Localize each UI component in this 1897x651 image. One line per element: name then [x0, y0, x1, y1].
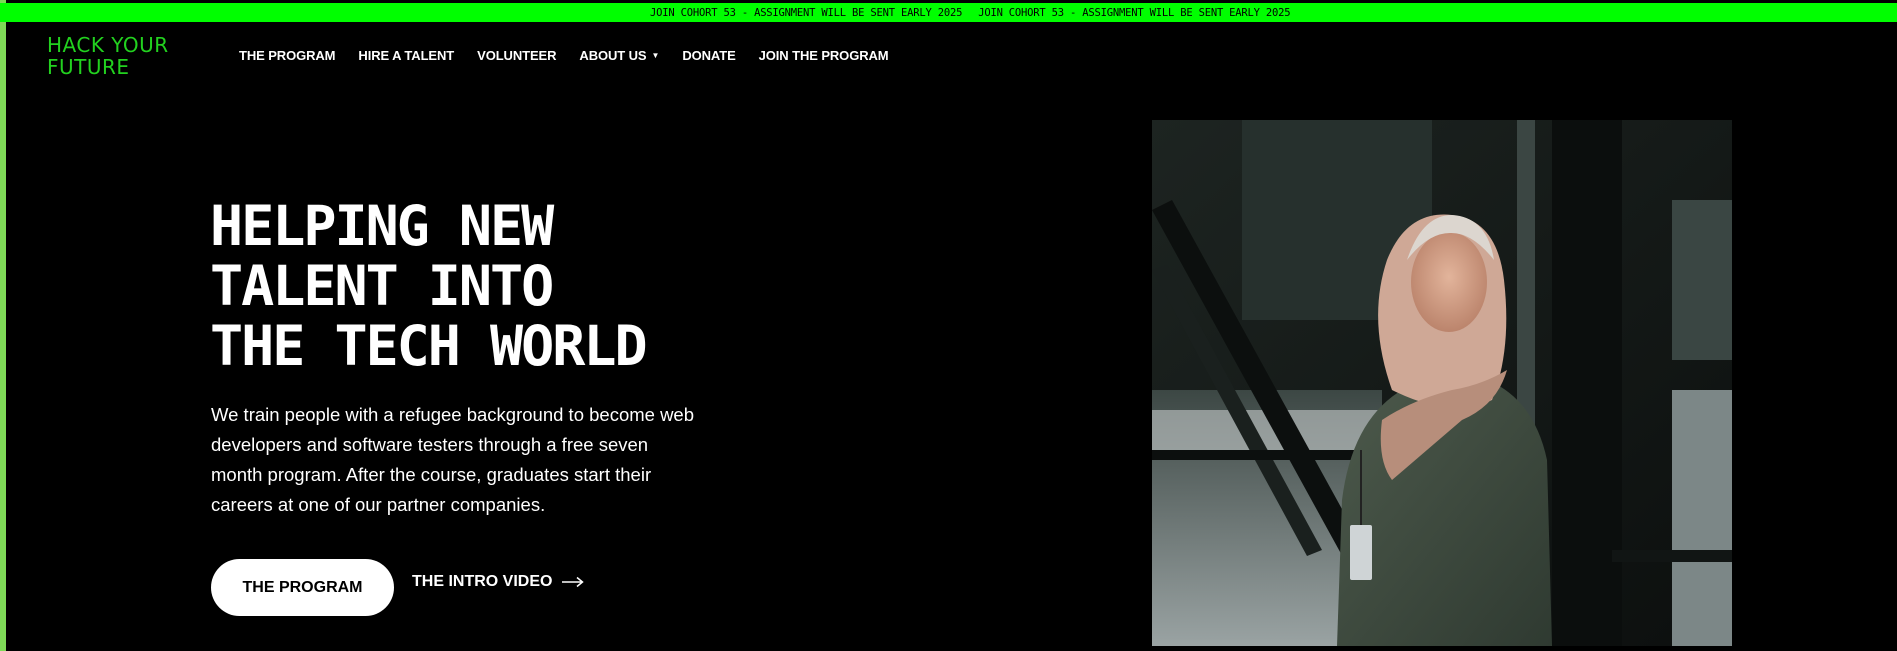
nav-label: VOLUNTEER [477, 48, 557, 63]
hero-title-line: TALENT INTO [210, 254, 554, 318]
announcement-bar[interactable]: JOIN COHORT 53 - ASSIGNMENT WILL BE SENT… [0, 3, 1897, 22]
logo-line-1: HACK YOUR [47, 33, 169, 57]
nav-label: HIRE A TALENT [358, 48, 455, 63]
nav-label: JOIN THE PROGRAM [758, 48, 889, 63]
nav-label: DONATE [682, 48, 736, 63]
nav-label: ABOUT US [579, 48, 647, 63]
hero-photo-illustration [1152, 120, 1732, 646]
hero-description: We train people with a refugee backgroun… [211, 404, 695, 515]
the-program-button[interactable]: THE PROGRAM [211, 559, 394, 616]
arrow-right-icon [562, 576, 585, 588]
nav-item-the-program[interactable]: THE PROGRAM [239, 48, 336, 63]
announcement-item: JOIN COHORT 53 - ASSIGNMENT WILL BE SENT… [650, 6, 963, 19]
nav-label: THE PROGRAM [239, 48, 336, 63]
hero-title-line: HELPING NEW [210, 194, 554, 258]
caret-down-icon: ▼ [651, 51, 660, 60]
intro-video-label: THE INTRO VIDEO [412, 573, 553, 590]
site-logo[interactable]: HACK YOUR FUTURE [47, 34, 169, 78]
hero-photo [1152, 120, 1732, 646]
left-edge-rail [0, 0, 6, 651]
announcement-item: JOIN COHORT 53 - ASSIGNMENT WILL BE SENT… [978, 6, 1291, 19]
logo-line-2: FUTURE [47, 55, 130, 79]
nav-item-donate[interactable]: DONATE [682, 48, 735, 63]
intro-video-link[interactable]: THE INTRO VIDEO [412, 573, 585, 591]
announcement-track: JOIN COHORT 53 - ASSIGNMENT WILL BE SENT… [650, 3, 1291, 22]
nav-item-volunteer[interactable]: VOLUNTEER [477, 48, 556, 63]
nav-item-hire-a-talent[interactable]: HIRE A TALENT [358, 48, 454, 63]
hero-title-line: THE TECH WORLD [210, 314, 648, 378]
main-nav: THE PROGRAM HIRE A TALENT VOLUNTEER ABOU… [239, 48, 889, 63]
nav-item-about-us[interactable]: ABOUT US ▼ [579, 48, 659, 63]
hero-title: HELPING NEW TALENT INTO THE TECH WORLD [210, 194, 648, 378]
nav-item-join-the-program[interactable]: JOIN THE PROGRAM [759, 48, 889, 63]
